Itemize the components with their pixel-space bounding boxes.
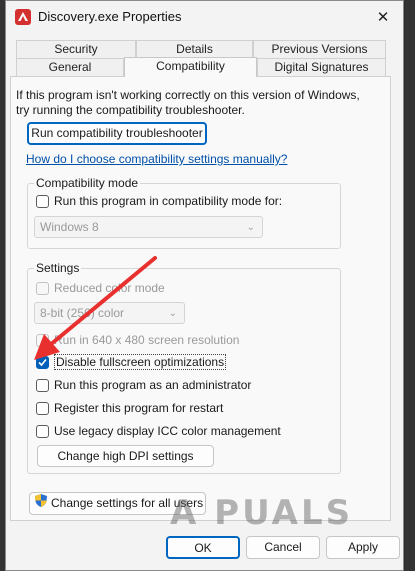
color-depth-select: 8-bit (256) color ⌄	[34, 302, 185, 324]
tab-strip: Security Details Previous Versions Gener…	[10, 40, 391, 77]
tab-digital-signatures[interactable]: Digital Signatures	[257, 58, 386, 76]
register-restart-checkbox[interactable]	[36, 401, 49, 415]
settings-title: Settings	[34, 261, 82, 275]
disable-fullscreen-label: Disable fullscreen optimizations	[54, 354, 227, 370]
register-restart-row[interactable]: Register this program for restart	[36, 400, 223, 416]
run-640-row: Run in 640 x 480 screen resolution	[36, 332, 239, 348]
run-troubleshooter-button[interactable]: Run compatibility troubleshooter	[27, 122, 207, 145]
appuals-watermark: A PUALS	[170, 493, 354, 533]
compatibility-os-value: Windows 8	[40, 220, 99, 234]
intro-line-2: try running the compatibility troublesho…	[16, 103, 245, 117]
run-640-label: Run in 640 x 480 screen resolution	[54, 333, 240, 347]
color-depth-value: 8-bit (256) color	[40, 306, 125, 320]
compatibility-os-select: Windows 8 ⌄	[34, 216, 263, 238]
reduced-color-label: Reduced color mode	[54, 281, 165, 295]
compatibility-mode-label: Run this program in compatibility mode f…	[54, 194, 283, 208]
tab-details[interactable]: Details	[136, 40, 253, 58]
settings-group	[27, 268, 341, 474]
close-icon: ✕	[376, 9, 390, 26]
background-right	[405, 0, 415, 571]
chevron-down-icon: ⌄	[168, 308, 177, 319]
tab-compatibility[interactable]: Compatibility	[124, 57, 257, 77]
compatibility-mode-title: Compatibility mode	[34, 176, 141, 190]
legacy-icc-label: Use legacy display ICC color management	[54, 424, 281, 438]
run-as-admin-label: Run this program as an administrator	[54, 378, 252, 392]
tab-previous-versions[interactable]: Previous Versions	[253, 40, 386, 58]
close-button[interactable]: ✕	[363, 1, 403, 33]
tab-security[interactable]: Security	[16, 40, 136, 58]
run-as-admin-row[interactable]: Run this program as an administrator	[36, 377, 251, 393]
run-640-checkbox	[36, 333, 49, 347]
checkmark-icon	[38, 358, 47, 366]
legacy-icc-row[interactable]: Use legacy display ICC color management	[36, 423, 281, 439]
window-title: Discovery.exe Properties	[38, 9, 182, 24]
ok-button[interactable]: OK	[166, 536, 240, 559]
chevron-down-icon: ⌄	[246, 222, 255, 233]
disable-fullscreen-row[interactable]: Disable fullscreen optimizations	[36, 354, 227, 370]
cancel-button[interactable]: Cancel	[246, 536, 320, 559]
apply-button[interactable]: Apply	[326, 536, 400, 559]
disable-fullscreen-checkbox[interactable]	[36, 355, 49, 369]
uac-shield-icon	[34, 493, 48, 515]
compatibility-mode-row[interactable]: Run this program in compatibility mode f…	[36, 193, 282, 209]
compatibility-mode-checkbox[interactable]	[36, 194, 49, 208]
reduced-color-row: Reduced color mode	[36, 280, 165, 296]
tab-general[interactable]: General	[16, 58, 124, 76]
title-bar: Discovery.exe Properties ✕	[6, 1, 403, 33]
intro-line-1: If this program isn't working correctly …	[16, 88, 360, 102]
register-restart-label: Register this program for restart	[54, 401, 224, 415]
reduced-color-checkbox	[36, 281, 49, 295]
app-icon	[15, 9, 31, 25]
intro-text: If this program isn't working correctly …	[16, 88, 376, 118]
change-dpi-button[interactable]: Change high DPI settings	[37, 445, 214, 467]
run-as-admin-checkbox[interactable]	[36, 378, 49, 392]
help-link[interactable]: How do I choose compatibility settings m…	[26, 152, 287, 166]
legacy-icc-checkbox[interactable]	[36, 424, 49, 438]
